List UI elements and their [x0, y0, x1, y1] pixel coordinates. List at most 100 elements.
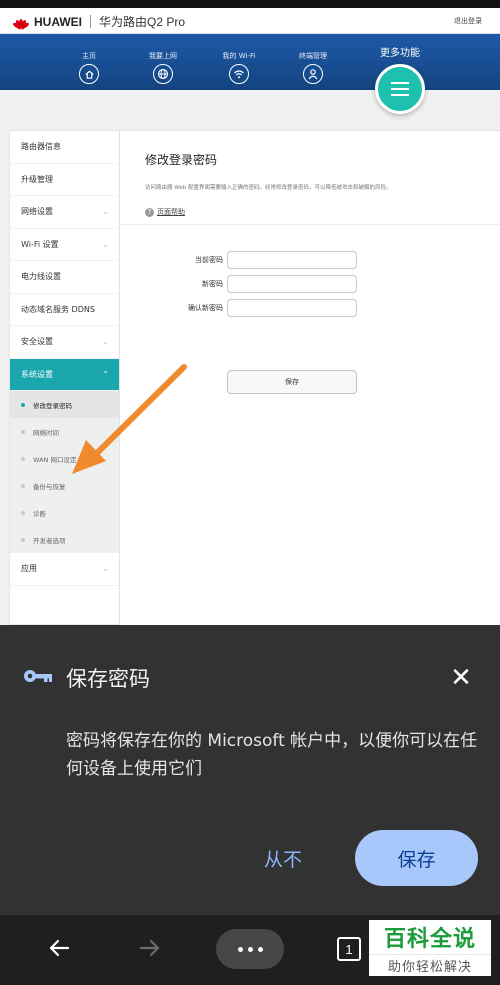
- sidebar-item-system-settings[interactable]: 系统设置 ⌃: [10, 358, 119, 391]
- watermark-title: 百科全说: [369, 920, 491, 954]
- sidebar-item-network-settings[interactable]: 网络设置 ⌄: [10, 196, 119, 229]
- nav-wifi[interactable]: 我的 Wi-Fi: [209, 51, 269, 84]
- sidebar-subitem-developer-options[interactable]: 开发者选项: [10, 526, 119, 553]
- watermark-subtitle: 助你轻松解决: [369, 954, 491, 976]
- sidebar-item-powerline[interactable]: 电力线设置: [10, 261, 119, 294]
- sidebar-subitem-backup-restore[interactable]: 备份与恢复: [10, 472, 119, 499]
- sidebar-item-upgrade[interactable]: 升级管理: [10, 164, 119, 196]
- more-dots-icon: [237, 946, 243, 952]
- sidebar-subitem-label: 修改登录密码: [33, 401, 72, 410]
- nav-label: 主页: [82, 52, 96, 60]
- nav-devices[interactable]: 终端管理: [283, 51, 343, 84]
- sidebar-item-label: 电力线设置: [21, 272, 61, 282]
- more-features-menu-button[interactable]: [375, 64, 425, 114]
- chevron-down-icon: ⌄: [102, 564, 109, 574]
- save-password-dialog: 保存密码 ✕ 密码将保存在你的 Microsoft 帐户中，以便你可以在任何设备…: [0, 625, 500, 915]
- sidebar-item-ddns[interactable]: 动态域名服务 DDNS: [10, 294, 119, 326]
- confirm-password-row: 确认新密码: [120, 299, 500, 317]
- bullet-icon: [21, 402, 25, 407]
- sidebar-item-label: 应用: [21, 564, 37, 574]
- sidebar-item-label: 路由器信息: [21, 142, 61, 152]
- never-button[interactable]: 从不: [246, 830, 320, 886]
- router-model: 华为路由Q2 Pro: [99, 15, 186, 29]
- back-arrow-icon[interactable]: [44, 933, 74, 963]
- status-bar: [0, 0, 500, 8]
- settings-sidebar: 路由器信息 升级管理 网络设置 ⌄ Wi-Fi 设置 ⌄ 电力线设置 动态域名服务 …: [9, 130, 120, 625]
- brand: HUAWEI 华为路由Q2 Pro: [12, 13, 185, 30]
- brand-name: HUAWEI: [34, 14, 82, 29]
- sidebar-subitem-diagnostics[interactable]: 诊断: [10, 499, 119, 526]
- field-label: 新密码: [202, 280, 223, 288]
- bullet-icon: [21, 510, 25, 515]
- nav-home[interactable]: 主页: [59, 51, 119, 84]
- bullet-icon: [21, 483, 25, 488]
- forward-arrow-icon[interactable]: [135, 933, 165, 963]
- more-options-button[interactable]: [216, 929, 284, 969]
- screen: HUAWEI 华为路由Q2 Pro 退出登录 主页 我要上网 我的 Wi-Fi …: [0, 0, 500, 985]
- help-icon: ?: [145, 207, 154, 217]
- tabs-button[interactable]: 1: [337, 937, 361, 961]
- field-label: 确认新密码: [188, 304, 223, 312]
- chevron-down-icon: ⌄: [102, 207, 109, 217]
- page-help-link[interactable]: ? 页面帮助: [145, 207, 185, 217]
- bullet-icon: [21, 537, 25, 542]
- menu-icon: [391, 82, 409, 84]
- globe-icon: [153, 64, 173, 84]
- router-header: HUAWEI 华为路由Q2 Pro 退出登录: [0, 8, 500, 34]
- wifi-icon: [229, 64, 249, 84]
- sidebar-item-label: Wi-Fi 设置: [21, 239, 59, 249]
- page-title: 修改登录密码: [145, 153, 218, 167]
- sidebar-item-label: 安全设置: [21, 337, 53, 347]
- home-icon: [79, 64, 99, 84]
- nav-internet[interactable]: 我要上网: [133, 51, 193, 84]
- sidebar-item-wifi-settings[interactable]: Wi-Fi 设置 ⌄: [10, 229, 119, 261]
- bullet-icon: [21, 456, 25, 461]
- huawei-logo-icon: [12, 15, 30, 30]
- main-nav: 主页 我要上网 我的 Wi-Fi 终端管理 更多功能: [0, 34, 500, 90]
- chevron-down-icon: ⌄: [102, 239, 109, 249]
- sidebar-item-router-info[interactable]: 路由器信息: [10, 131, 119, 164]
- sidebar-item-label: 系统设置: [21, 369, 53, 379]
- new-password-field[interactable]: [227, 275, 357, 293]
- sidebar-subitem-wan-port[interactable]: WAN 网口设定: [10, 445, 119, 472]
- sidebar-item-label: 升级管理: [21, 174, 53, 184]
- new-password-row: 新密码: [120, 275, 500, 293]
- sidebar-subitem-label: 诊断: [33, 509, 46, 518]
- nav-label: 终端管理: [299, 52, 327, 60]
- sidebar-item-security[interactable]: 安全设置 ⌄: [10, 326, 119, 359]
- brand-divider: [90, 15, 91, 28]
- save-password-button[interactable]: 保存: [227, 370, 357, 394]
- sidebar-item-apps[interactable]: 应用 ⌄: [10, 553, 119, 586]
- bullet-icon: [21, 429, 25, 434]
- more-features-label: 更多功能: [380, 48, 420, 59]
- chevron-up-icon: ⌃: [102, 369, 109, 379]
- field-label: 当前密码: [195, 256, 223, 264]
- dialog-title: 保存密码: [66, 667, 150, 691]
- user-icon: [303, 64, 323, 84]
- sidebar-subitem-label: 备份与恢复: [33, 482, 66, 491]
- change-password-panel: 修改登录密码 访问路由器 Web 配置界面需要输入正确的密码。经常修改登录密码，…: [120, 130, 500, 625]
- logout-link[interactable]: 退出登录: [454, 16, 482, 26]
- sidebar-subitem-label: WAN 网口设定: [33, 455, 77, 464]
- chevron-down-icon: ⌄: [102, 337, 109, 347]
- dialog-message: 密码将保存在你的 Microsoft 帐户中，以便你可以在任何设备上使用它们: [66, 731, 478, 779]
- nav-label: 我要上网: [149, 52, 177, 60]
- sidebar-subitem-label: 网络时间: [33, 428, 59, 437]
- system-settings-submenu: 修改登录密码 网络时间 WAN 网口设定 备份与恢复 诊断 开发者选项: [10, 391, 119, 553]
- confirm-password-field[interactable]: [227, 299, 357, 317]
- page-description: 访问路由器 Web 配置界面需要输入正确的密码。经常修改登录密码，可以降低被攻击…: [145, 185, 392, 191]
- current-password-field[interactable]: [227, 251, 357, 269]
- close-icon[interactable]: ✕: [446, 663, 476, 693]
- key-icon: [24, 670, 52, 682]
- nav-label: 我的 Wi-Fi: [222, 52, 256, 60]
- sidebar-subitem-network-time[interactable]: 网络时间: [10, 418, 119, 445]
- current-password-row: 当前密码: [120, 251, 500, 269]
- sidebar-subitem-change-password[interactable]: 修改登录密码: [10, 391, 119, 418]
- sidebar-subitem-label: 开发者选项: [33, 536, 66, 545]
- site-watermark: 百科全说 助你轻松解决: [369, 920, 491, 978]
- save-button[interactable]: 保存: [355, 830, 478, 886]
- sidebar-item-label: 网络设置: [21, 207, 53, 217]
- help-link-label: 页面帮助: [157, 208, 185, 216]
- sidebar-item-label: 动态域名服务 DDNS: [21, 304, 95, 314]
- divider: [120, 224, 500, 225]
